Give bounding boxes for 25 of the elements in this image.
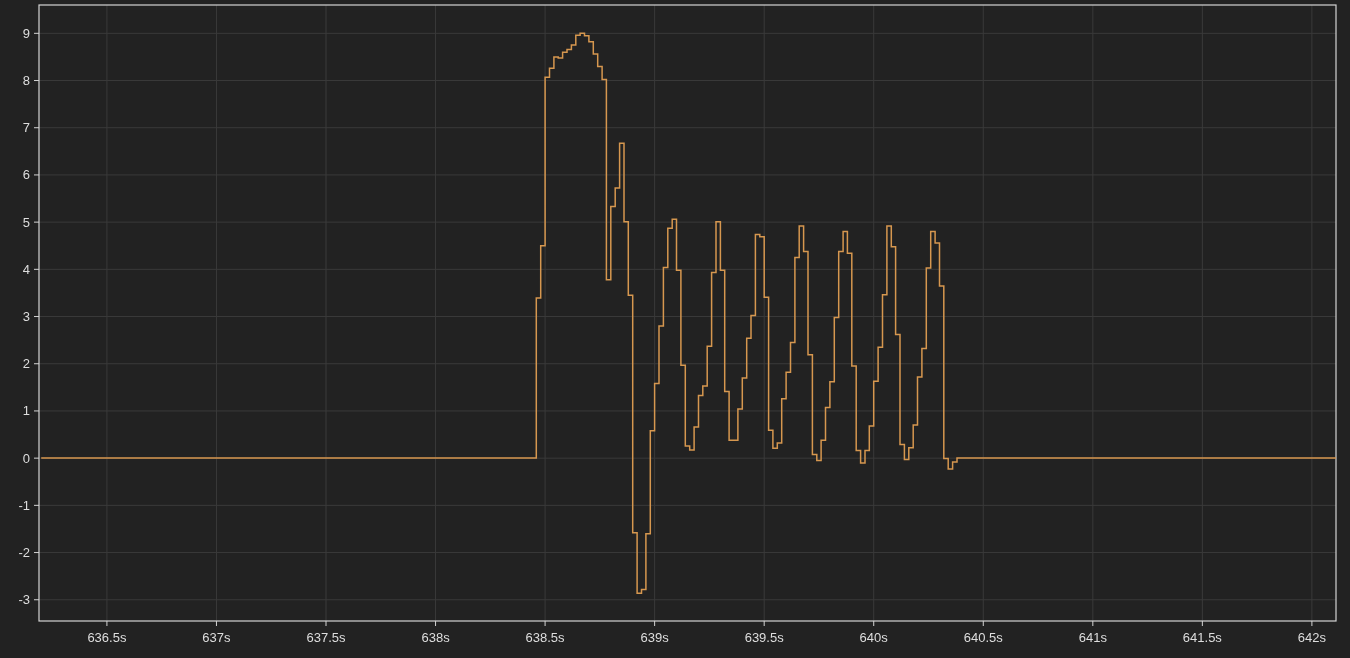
y-tick-label: 9 xyxy=(22,25,30,41)
x-tick-label: 641s xyxy=(1078,630,1107,645)
x-tick-label: 640s xyxy=(859,630,888,645)
y-tick-label: 0 xyxy=(22,450,30,466)
y-tick-label: -3 xyxy=(18,592,30,608)
x-tick-label: 639.5s xyxy=(744,630,784,645)
y-tick-label: 3 xyxy=(22,309,30,325)
y-tick-label: 4 xyxy=(22,261,30,277)
x-tick-label: 640.5s xyxy=(963,630,1003,645)
y-tick-label: -1 xyxy=(18,497,30,513)
y-tick-label: 2 xyxy=(22,356,30,372)
x-tick-label: 636.5s xyxy=(87,630,127,645)
x-tick-label: 641.5s xyxy=(1182,630,1222,645)
y-tick-label: 8 xyxy=(22,73,30,88)
y-tick-label: -2 xyxy=(18,545,30,561)
x-tick-label: 642s xyxy=(1297,630,1326,645)
y-tick-label: 6 xyxy=(22,167,30,183)
x-tick-label: 638s xyxy=(421,630,450,645)
x-tick-label: 637.5s xyxy=(306,630,346,645)
x-tick-label: 639s xyxy=(640,630,669,645)
x-tick-label: 638.5s xyxy=(525,630,565,645)
y-tick-label: 7 xyxy=(22,120,30,136)
y-tick-label: 5 xyxy=(22,214,30,230)
x-tick-label: 637s xyxy=(202,630,231,645)
y-tick-label: 1 xyxy=(22,403,30,419)
